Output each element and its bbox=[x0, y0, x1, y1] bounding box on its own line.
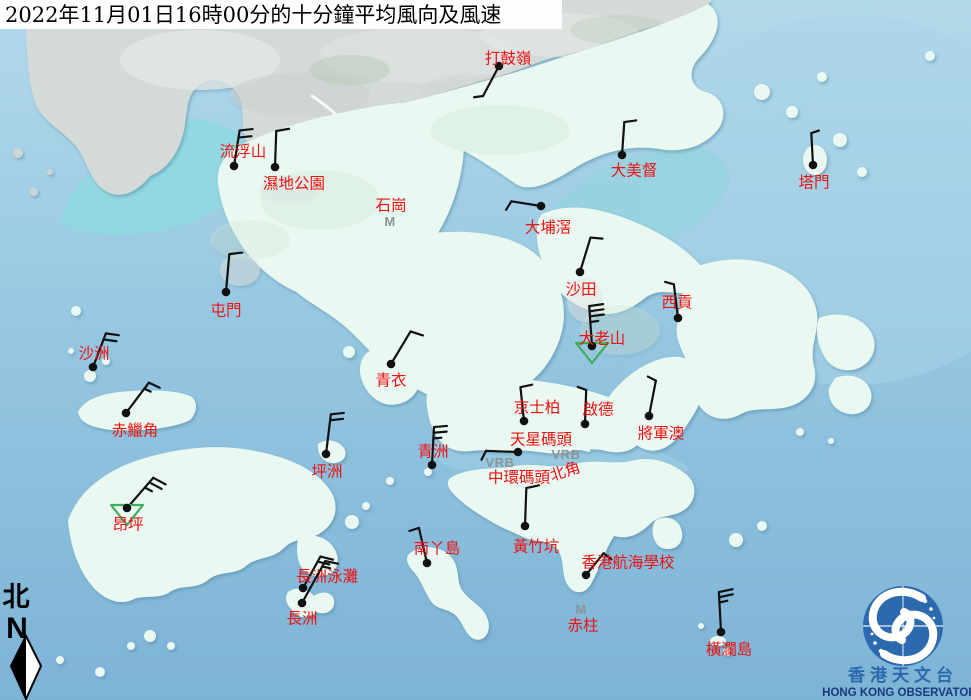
station-label: 昂坪 bbox=[112, 516, 143, 534]
station-label: 橫瀾島 bbox=[706, 641, 753, 659]
station-dot bbox=[537, 202, 546, 211]
station-dot bbox=[122, 409, 131, 418]
station-dot bbox=[387, 360, 396, 369]
station-label: 沙田 bbox=[565, 281, 596, 299]
station-dot bbox=[89, 363, 98, 372]
station-dot bbox=[645, 412, 654, 421]
wind-barb-tick bbox=[433, 438, 441, 439]
station-label: 屯門 bbox=[210, 302, 241, 320]
station-label: 赤鱲角 bbox=[112, 422, 159, 440]
station-label: 青洲 bbox=[417, 443, 448, 461]
station-dot bbox=[514, 448, 523, 457]
station-label: 香港航海學校 bbox=[581, 553, 674, 572]
station-central-pier: 中環碼頭 bbox=[488, 469, 551, 487]
wind-barb-tick bbox=[474, 96, 483, 97]
station-dot bbox=[222, 288, 231, 297]
wind-barb-staff bbox=[275, 131, 276, 167]
station-dot bbox=[521, 522, 530, 531]
station-label: 濕地公園 bbox=[263, 175, 325, 193]
station-note-vrb: VRB bbox=[552, 447, 581, 462]
wind-barb-tick bbox=[330, 419, 343, 420]
station-dot bbox=[576, 268, 585, 277]
station-label: 中環碼頭 bbox=[488, 469, 551, 487]
wind-barb-tick bbox=[591, 238, 603, 239]
station-label: 流浮山 bbox=[220, 143, 267, 161]
station-label: 大埔滘 bbox=[525, 219, 572, 237]
station-dot bbox=[674, 314, 683, 323]
station-dot bbox=[230, 162, 239, 171]
station-label: 赤柱 bbox=[567, 617, 598, 635]
station-label: 大美督 bbox=[611, 162, 658, 180]
map-title: 2022年11月01日16時00分的十分鐘平均風向及風速 bbox=[5, 3, 501, 27]
station-label: 坪洲 bbox=[311, 463, 342, 481]
station-label: 天星碼頭 bbox=[510, 431, 573, 449]
wind-barb-tick bbox=[240, 129, 253, 130]
station-label: 青衣 bbox=[375, 372, 406, 390]
station-label: 長洲泳灘 bbox=[296, 568, 358, 586]
station-dot bbox=[322, 450, 331, 459]
station-label: 京士柏 bbox=[514, 399, 561, 417]
station-label: 將軍澳 bbox=[638, 425, 685, 443]
station-label: 打鼓嶺 bbox=[485, 50, 532, 68]
station-dot bbox=[582, 571, 591, 580]
station-label: 西貢 bbox=[661, 294, 692, 312]
station-dot bbox=[123, 504, 132, 513]
hko-name-english: HONG KONG OBSERVATORY bbox=[822, 687, 971, 699]
station-note-m: M bbox=[384, 214, 395, 229]
wind-map-page: 打鼓嶺流浮山濕地公園石崗M大美督塔門大埔滘沙田西貢屯門沙洲大老山青衣赤鱲角京士柏… bbox=[0, 0, 971, 700]
hk-wind-map: 打鼓嶺流浮山濕地公園石崗M大美督塔門大埔滘沙田西貢屯門沙洲大老山青衣赤鱲角京士柏… bbox=[0, 0, 971, 700]
station-label: 長洲 bbox=[286, 610, 317, 628]
station-label: 沙洲 bbox=[78, 345, 109, 363]
north-chinese-label: 北 bbox=[3, 582, 30, 613]
station-dot bbox=[271, 163, 280, 172]
station-dot bbox=[428, 461, 437, 470]
wind-barb-tick bbox=[434, 432, 447, 433]
wind-barb-staff bbox=[486, 451, 518, 452]
wind-barb-tick bbox=[590, 321, 598, 322]
station-label: 塔門 bbox=[798, 174, 829, 192]
station-label: 啟德 bbox=[582, 401, 613, 419]
wind-barb-tick bbox=[239, 136, 252, 137]
station-dot bbox=[809, 161, 818, 170]
station-label: 黃竹坑 bbox=[513, 538, 560, 556]
station-dot bbox=[520, 417, 529, 426]
station-dot bbox=[581, 420, 590, 429]
station-dot bbox=[423, 559, 432, 568]
station-label: 南丫島 bbox=[414, 540, 461, 558]
station-label: 大老山 bbox=[579, 330, 626, 348]
hko-name-chinese: 香港天文台 bbox=[848, 665, 958, 686]
wind-barb-tick bbox=[331, 413, 344, 414]
wind-barb-tick bbox=[434, 426, 447, 427]
wind-barb-staff bbox=[525, 488, 526, 526]
station-dot bbox=[717, 628, 726, 637]
station-note-m: M bbox=[575, 602, 586, 617]
station-label: 石崗 bbox=[375, 197, 406, 215]
station-dot bbox=[618, 151, 627, 160]
station-dot bbox=[298, 599, 307, 608]
title-bar: 2022年11月01日16時00分的十分鐘平均風向及風速 bbox=[0, 0, 562, 29]
